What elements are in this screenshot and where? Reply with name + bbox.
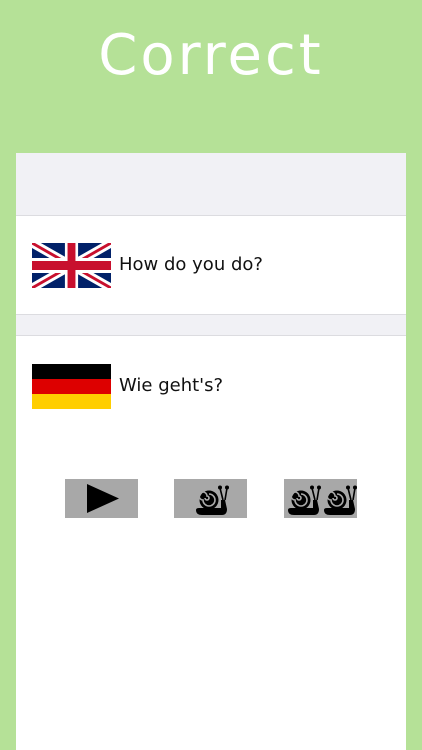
row-separator [16,314,406,336]
german-phrase-text: Wie geht's? [119,375,224,396]
english-phrase-text: How do you do? [119,254,263,275]
playback-controls [16,479,406,518]
panel-header-strip [16,153,406,216]
germany-flag-icon [32,364,111,409]
result-title: Correct [98,23,324,88]
german-phrase-row: Wie geht's? [16,336,406,434]
english-phrase-row: How do you do? [16,216,406,314]
play-icon [87,484,119,513]
phrase-panel: How do you do? Wie geht's? [16,153,406,750]
play-slow-button[interactable] [174,479,247,518]
uk-flag-icon [32,243,111,288]
play-button[interactable] [65,479,138,518]
two-snails-icon [288,485,357,515]
play-slower-button[interactable] [284,479,357,518]
snail-icon [196,485,229,515]
